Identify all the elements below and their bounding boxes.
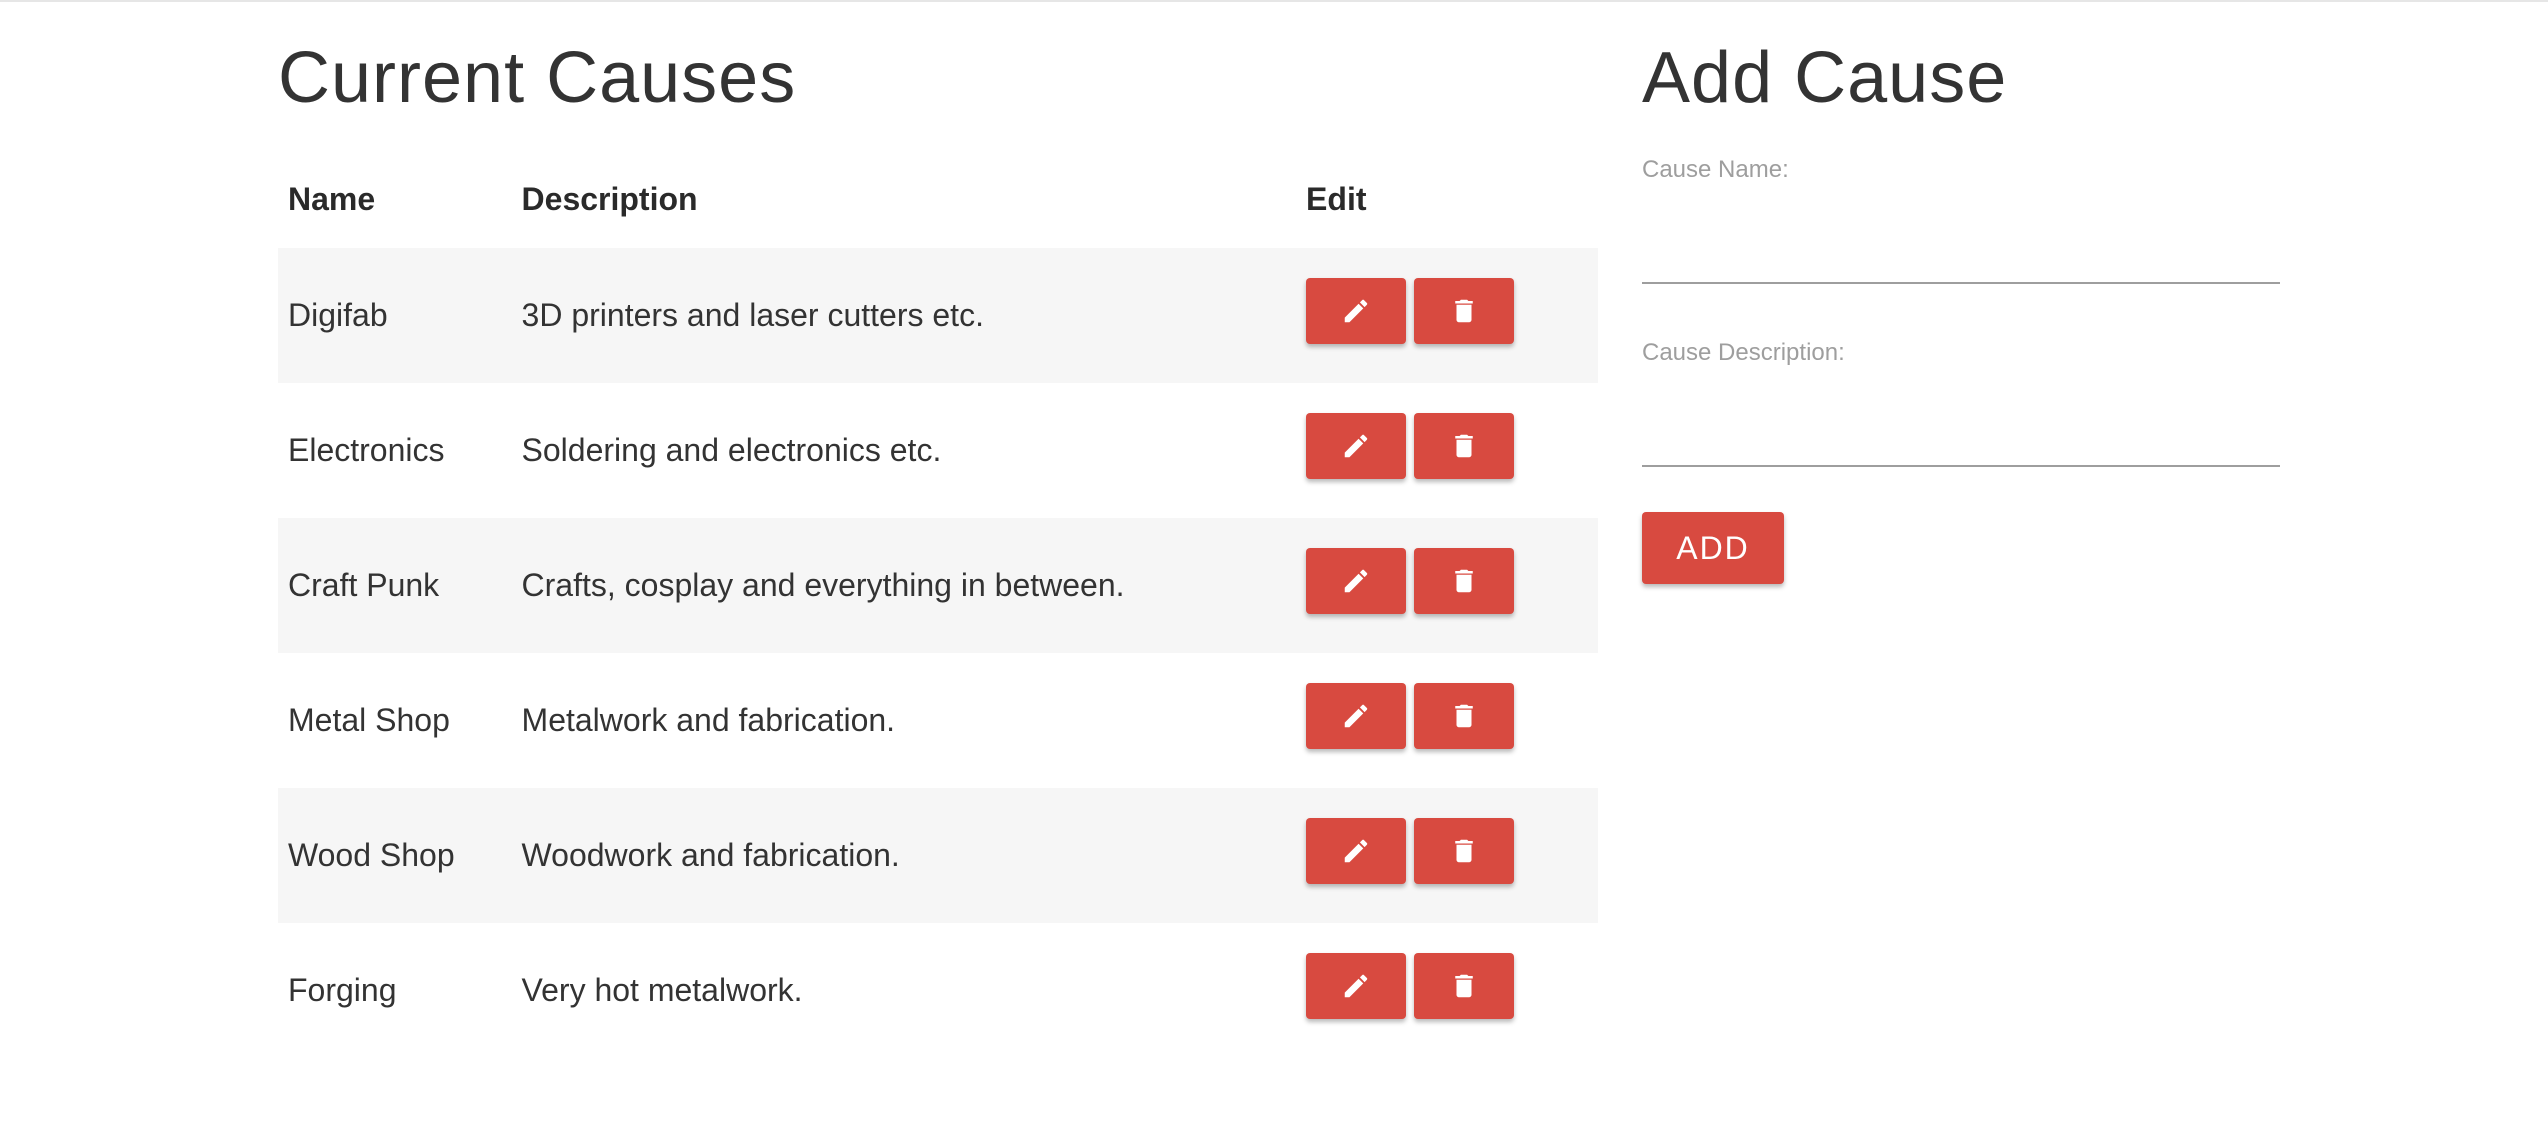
cause-actions-cell — [1296, 248, 1598, 383]
cause-name-cell: Wood Shop — [278, 788, 512, 923]
table-row: Digifab 3D printers and laser cutters etc… — [278, 248, 1598, 383]
pencil-icon — [1341, 971, 1371, 1001]
pencil-icon — [1341, 296, 1371, 326]
cause-description-cell: Soldering and electronics etc. — [521, 432, 942, 468]
delete-button[interactable] — [1414, 277, 1515, 344]
table-row: Wood Shop Woodwork and fabrication. — [278, 788, 1598, 923]
cause-name-input[interactable] — [1642, 222, 2280, 284]
cause-name-label: Cause Name: — [1642, 156, 1789, 183]
delete-button[interactable] — [1414, 817, 1515, 884]
edit-button[interactable] — [1306, 952, 1407, 1019]
delete-button[interactable] — [1414, 547, 1515, 614]
cause-description-cell: Very hot metalwork. — [521, 972, 803, 1008]
cause-actions-cell — [1296, 518, 1598, 653]
cause-name-cell: Craft Punk — [278, 518, 512, 653]
column-header-description: Description — [521, 180, 698, 217]
table-row: Craft Punk Crafts, cosplay and everything… — [278, 518, 1598, 653]
table-header-row: Name Description Edit — [278, 150, 1598, 248]
top-divider — [0, 0, 2548, 2]
add-cause-title: Add Cause — [1642, 38, 2008, 118]
trash-icon — [1449, 701, 1479, 731]
edit-button[interactable] — [1306, 817, 1407, 884]
row-actions — [1306, 277, 1598, 344]
table-row: Electronics Soldering and electronics etc… — [278, 383, 1598, 518]
pencil-icon — [1341, 836, 1371, 866]
row-actions — [1306, 817, 1598, 884]
column-header-name: Name — [288, 180, 376, 217]
current-causes-title: Current Causes — [278, 38, 797, 118]
delete-button[interactable] — [1414, 682, 1515, 749]
cause-actions-cell — [1296, 653, 1598, 788]
cause-name-cell: Electronics — [288, 432, 445, 468]
trash-icon — [1449, 566, 1479, 596]
cause-description-cell: Crafts, cosplay and everything in betwee… — [511, 518, 1297, 653]
table-row: Metal Shop Metalwork and fabrication. — [278, 653, 1598, 788]
pencil-icon — [1341, 431, 1371, 461]
table-row: Forging Very hot metalwork. — [278, 923, 1598, 1058]
cause-actions-cell — [1296, 788, 1598, 923]
row-actions — [1306, 547, 1598, 614]
trash-icon — [1449, 971, 1479, 1001]
cause-description-cell: Metalwork and fabrication. — [521, 702, 896, 738]
cause-description-cell: 3D printers and laser cutters etc. — [511, 248, 1297, 383]
edit-button[interactable] — [1306, 277, 1407, 344]
edit-button[interactable] — [1306, 412, 1407, 479]
edit-button[interactable] — [1306, 682, 1407, 749]
edit-button[interactable] — [1306, 547, 1407, 614]
cause-name-cell: Forging — [288, 972, 397, 1008]
add-cause-button[interactable]: ADD — [1642, 512, 1784, 584]
cause-description-label: Cause Description: — [1642, 339, 1845, 366]
pencil-icon — [1341, 701, 1371, 731]
cause-actions-cell — [1296, 923, 1598, 1058]
trash-icon — [1449, 296, 1479, 326]
cause-description-input[interactable] — [1642, 405, 2280, 467]
row-actions — [1306, 412, 1598, 479]
trash-icon — [1449, 431, 1479, 461]
cause-description-cell: Woodwork and fabrication. — [511, 788, 1297, 923]
trash-icon — [1449, 836, 1479, 866]
column-header-edit: Edit — [1306, 180, 1367, 217]
pencil-icon — [1341, 566, 1371, 596]
cause-name-cell: Digifab — [278, 248, 512, 383]
delete-button[interactable] — [1414, 952, 1515, 1019]
row-actions — [1306, 682, 1598, 749]
cause-actions-cell — [1296, 383, 1598, 518]
delete-button[interactable] — [1414, 412, 1515, 479]
cause-name-cell: Metal Shop — [288, 702, 450, 738]
row-actions — [1306, 952, 1598, 1019]
causes-table: Name Description Edit Digifab 3D printers… — [278, 150, 1598, 1058]
